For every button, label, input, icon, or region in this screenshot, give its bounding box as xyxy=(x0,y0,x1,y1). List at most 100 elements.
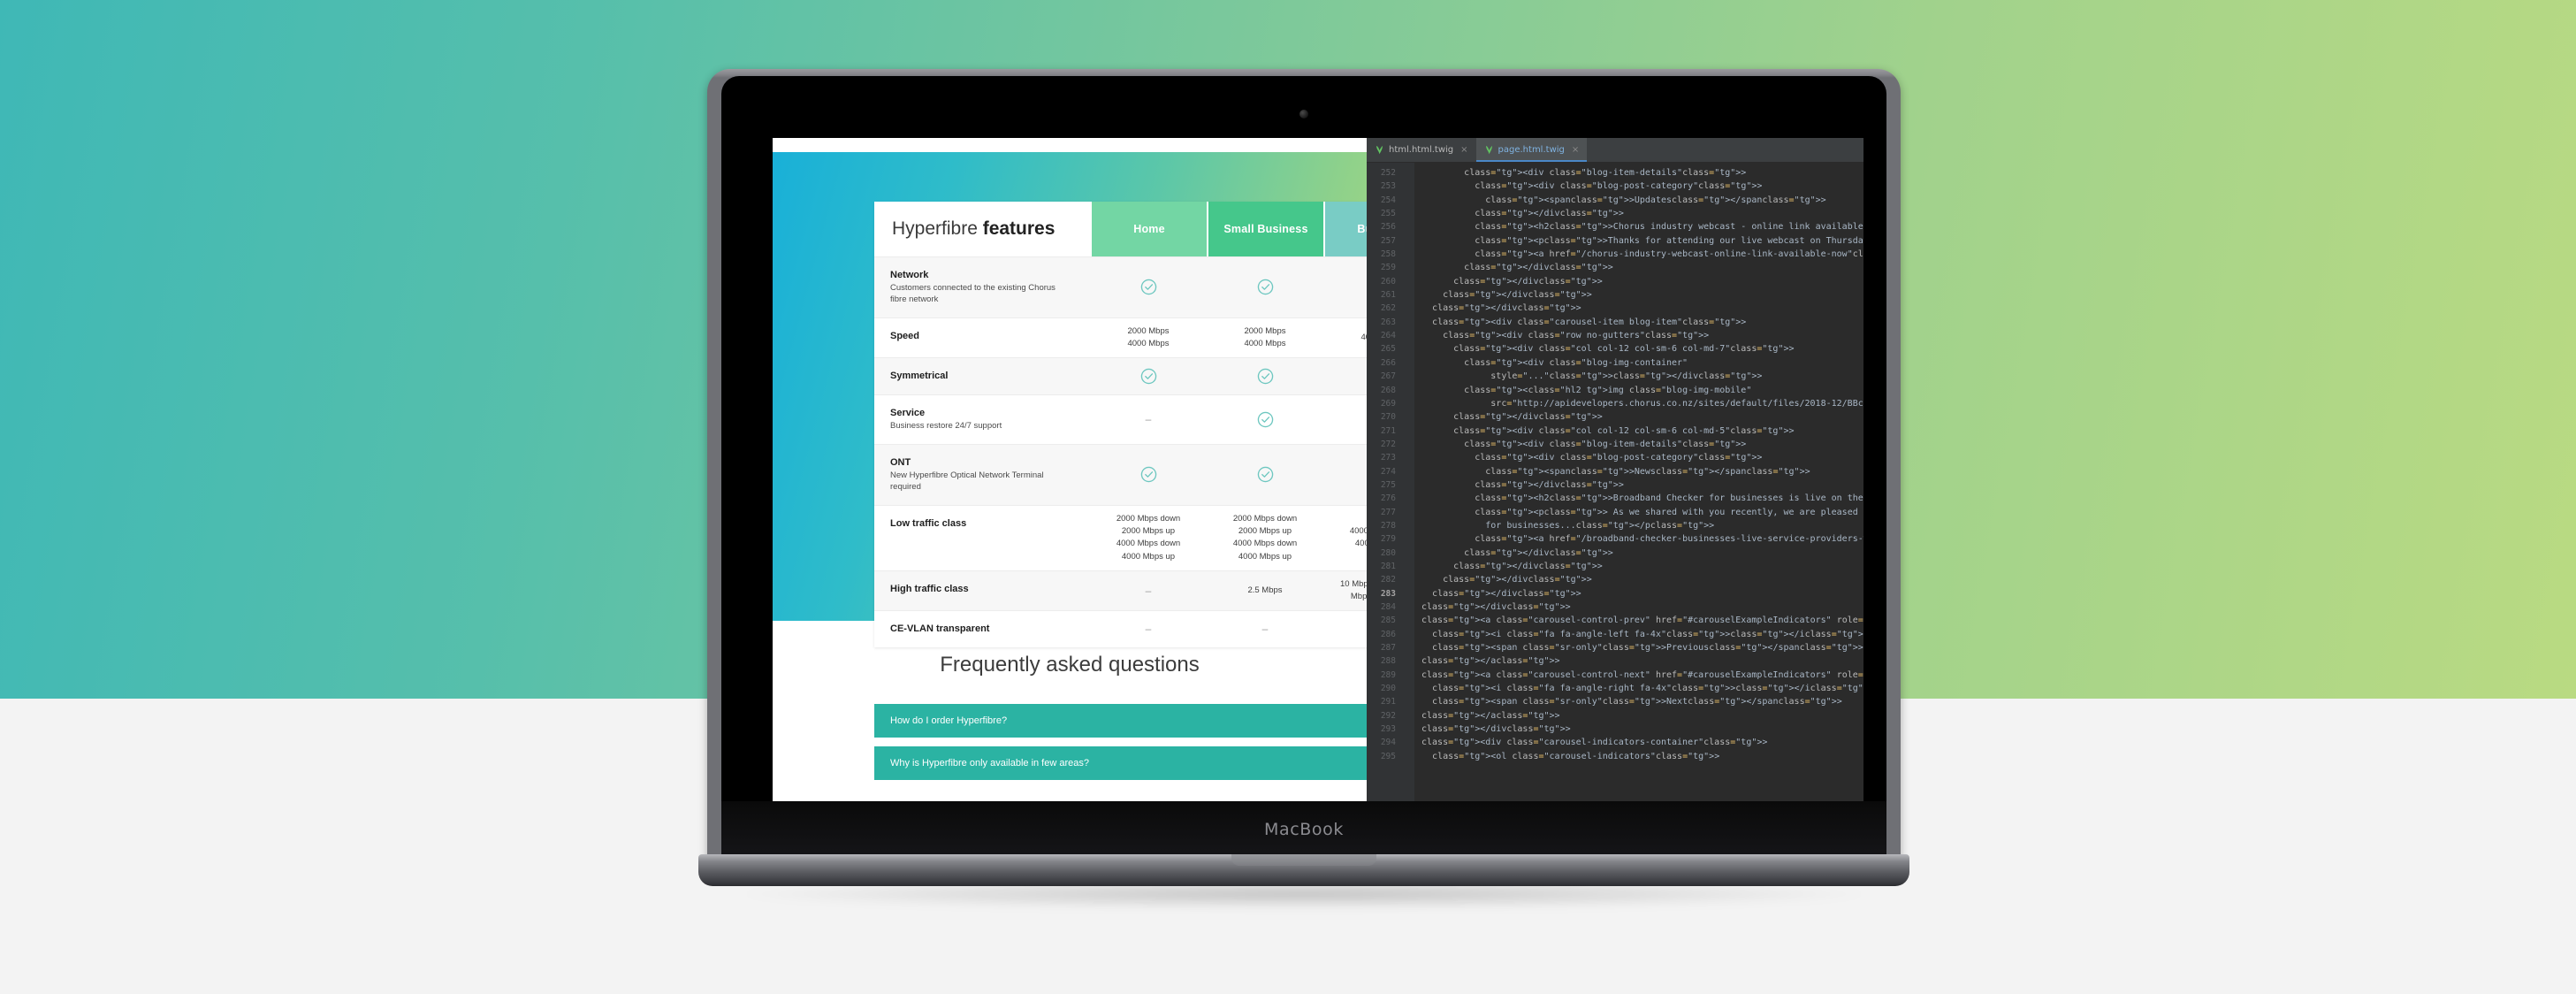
line-number: 287 xyxy=(1380,643,1396,654)
dash-icon: – xyxy=(1261,623,1269,636)
row-label: Speed xyxy=(890,330,920,341)
line-number-gutter: 252 253 254 255 256 257 258 259 260 261 262 263 264 2… xyxy=(1367,163,1402,819)
line-number: 274 xyxy=(1380,466,1396,477)
line-number: 268 xyxy=(1380,385,1396,395)
code-line: class="tg"><h2class="tg">>Chorus industr… xyxy=(1475,222,1863,233)
code-line: class="tg"></divclass="tg">> xyxy=(1464,547,1613,558)
line-number: 277 xyxy=(1380,507,1396,517)
dash-icon: – xyxy=(1145,413,1152,426)
laptop-chin: MacBook xyxy=(721,801,1886,858)
laptop-bezel: Hyperfibre features Home Small Business … xyxy=(721,76,1886,858)
column-header-home[interactable]: Home xyxy=(1090,202,1207,256)
row-label: Service xyxy=(890,407,926,418)
page-hero-gradient: Hyperfibre features Home Small Business … xyxy=(773,152,1367,647)
hyperfibre-features-table: Hyperfibre features Home Small Business … xyxy=(874,202,1367,647)
column-header-business[interactable]: Business xyxy=(1323,202,1367,256)
line-number: 283 xyxy=(1380,588,1396,599)
dash-icon: – xyxy=(1145,585,1152,597)
row-label: Network xyxy=(890,270,929,280)
line-number: 279 xyxy=(1380,534,1396,545)
code-line: class="tg"><pclass="tg">> As we shared w… xyxy=(1475,507,1863,517)
table-cell-value: 2000 Mbps 4000 Mbps xyxy=(1244,325,1286,349)
twig-file-icon xyxy=(1376,145,1383,154)
line-number: 284 xyxy=(1380,602,1396,612)
code-line: class="tg"></aclass="tg">> xyxy=(1421,710,1560,721)
code-line: src="http://apidevelopers.chorus.co.nz/s… xyxy=(1490,398,1863,409)
row-sublabel: Customers connected to the existing Chor… xyxy=(890,283,1056,305)
line-number: 255 xyxy=(1380,209,1396,219)
check-icon xyxy=(1207,445,1323,505)
line-number: 263 xyxy=(1380,317,1396,327)
column-header-small-business[interactable]: Small Business xyxy=(1207,202,1323,256)
table-cell-value: 4000 Mbps xyxy=(1360,333,1367,343)
check-icon xyxy=(1323,257,1367,317)
code-line: class="tg"><div class="blog-img-containe… xyxy=(1464,357,1688,368)
table-row: ONT New Hyperfibre Optical Network Termin… xyxy=(874,443,1367,505)
code-line: class="tg"><spanclass="tg">>Newsclass="t… xyxy=(1485,466,1810,477)
check-icon xyxy=(1323,358,1367,394)
table-body: Network Customers connected to the existi… xyxy=(874,256,1367,647)
laptop-base xyxy=(698,854,1909,886)
row-label-cell: Speed xyxy=(874,318,1090,358)
code-line: class="tg"></divclass="tg">> xyxy=(1464,263,1613,273)
line-number: 256 xyxy=(1380,222,1396,233)
line-number: 265 xyxy=(1380,344,1396,355)
editor-tab-label: html.html.twig xyxy=(1389,145,1454,155)
code-line: class="tg"><spanclass="tg">>Updatesclass… xyxy=(1485,195,1826,205)
check-icon xyxy=(1207,257,1323,317)
code-line: class="tg"><a href="/broadband-checker-b… xyxy=(1475,534,1863,545)
table-cell-value: 2000 Mbps down 2000 Mbps up 4000 Mbps down… xyxy=(1232,513,1298,562)
row-label-cell: Network Customers connected to the existi… xyxy=(874,257,1090,317)
editor-tab-label: page.html.twig xyxy=(1498,145,1565,155)
code-line: class="tg"></divclass="tg">> xyxy=(1432,588,1581,599)
check-icon xyxy=(1323,611,1367,646)
table-row: CE-VLAN transparent – – xyxy=(874,610,1367,646)
editor-tab-2[interactable]: page.html.twig × xyxy=(1475,138,1588,162)
check-icon xyxy=(1323,395,1367,444)
code-line: class="tg"></divclass="tg">> xyxy=(1443,575,1592,585)
row-sublabel: Business restore 24/7 support xyxy=(890,421,1002,432)
row-label-cell: CE-VLAN transparent xyxy=(874,611,1090,646)
faq-heading: Frequently asked questions xyxy=(940,653,1200,677)
editor-tab-bar: html.html.twig × page.html.twig × xyxy=(1367,138,1863,163)
line-number: 285 xyxy=(1380,616,1396,626)
code-line: class="tg"></divclass="tg">> xyxy=(1453,276,1603,287)
code-area[interactable]: class="tg"><div class="blog-item-details… xyxy=(1414,163,1863,819)
faq-item[interactable]: How do I order Hyperfibre? xyxy=(874,704,1367,738)
line-number: 286 xyxy=(1380,629,1396,639)
line-number: 254 xyxy=(1380,195,1396,205)
row-label: CE-VLAN transparent xyxy=(890,623,990,635)
line-number: 261 xyxy=(1380,290,1396,301)
close-icon[interactable]: × xyxy=(1460,145,1467,155)
row-label-cell: Service Business restore 24/7 support xyxy=(874,395,1090,444)
line-number: 257 xyxy=(1380,235,1396,246)
code-line: class="tg"><h2class="tg">>Broadband Chec… xyxy=(1475,493,1863,504)
close-icon[interactable]: × xyxy=(1572,145,1579,155)
table-header-row: Hyperfibre features Home Small Business … xyxy=(874,202,1367,256)
code-line: class="tg"><div class="carousel-item blo… xyxy=(1432,317,1747,327)
line-number: 258 xyxy=(1380,249,1396,260)
code-line: class="tg"><span class="sr-only"class="t… xyxy=(1432,697,1842,707)
line-number: 273 xyxy=(1380,453,1396,463)
check-icon xyxy=(1090,257,1207,317)
code-line: class="tg"><div class="carousel-indicato… xyxy=(1421,738,1768,748)
faq-list: How do I order Hyperfibre? Why is Hyperfi… xyxy=(773,704,1367,780)
faq-item[interactable]: Why is Hyperfibre only available in few … xyxy=(874,746,1367,780)
code-line: class="tg"><class="hl2 tg">img class="bl… xyxy=(1464,385,1752,395)
code-line: class="tg"><pclass="tg">>Thanks for atte… xyxy=(1475,235,1863,246)
table-title-cell: Hyperfibre features xyxy=(874,202,1090,256)
line-number: 272 xyxy=(1380,439,1396,449)
browser-page: Hyperfibre features Home Small Business … xyxy=(773,138,1367,819)
code-line: class="tg"><span class="sr-only"class="t… xyxy=(1432,643,1863,654)
macbook-wordmark: MacBook xyxy=(1264,820,1344,839)
code-line: class="tg"><ol class="carousel-indicator… xyxy=(1432,751,1720,761)
line-number: 269 xyxy=(1380,398,1396,409)
code-line: class="tg"><a href="/chorus-industry-web… xyxy=(1475,249,1863,260)
line-number: 280 xyxy=(1380,547,1396,558)
code-fold-strip[interactable] xyxy=(1402,163,1414,819)
code-editor: html.html.twig × page.html.twig × 252 253 254… xyxy=(1367,138,1863,819)
line-number: 271 xyxy=(1380,425,1396,436)
row-label-cell: Symmetrical xyxy=(874,358,1090,394)
editor-tab-1[interactable]: html.html.twig × xyxy=(1367,138,1476,162)
row-label: Symmetrical xyxy=(890,371,949,382)
